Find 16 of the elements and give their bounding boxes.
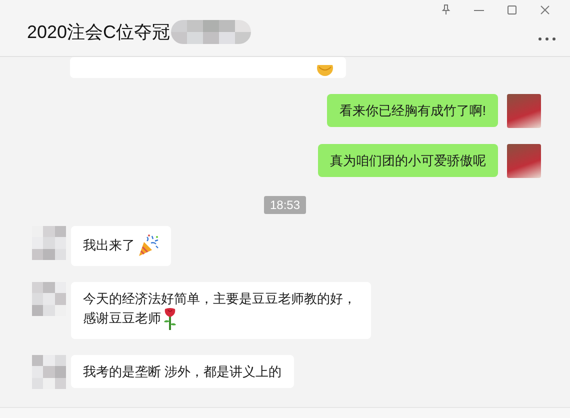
party-popper-icon	[137, 234, 159, 258]
chat-title: 2020注会C位夺冠	[27, 21, 170, 44]
maximize-icon[interactable]	[507, 4, 517, 14]
close-icon[interactable]	[540, 4, 550, 14]
avatar-picture[interactable]	[507, 144, 541, 178]
message-bubble: 今天的经济法好简单，主要是豆豆老师教的好，感谢豆豆老师	[71, 282, 371, 339]
message-bubble: 我考的是垄断 涉外，都是讲义上的	[71, 355, 294, 388]
more-icon[interactable]	[538, 37, 556, 41]
rose-icon	[163, 307, 177, 331]
pin-icon[interactable]	[441, 4, 451, 15]
message-bubble: 看来你已经胸有成竹了啊!	[327, 94, 498, 127]
avatar-picture[interactable]	[507, 94, 541, 128]
message-bubble: 我出来了	[71, 226, 171, 266]
timestamp: 18:53	[264, 196, 306, 214]
emoji-icon	[316, 65, 334, 77]
message-bubble: 真为咱们团的小可爱骄傲呢	[318, 144, 498, 177]
